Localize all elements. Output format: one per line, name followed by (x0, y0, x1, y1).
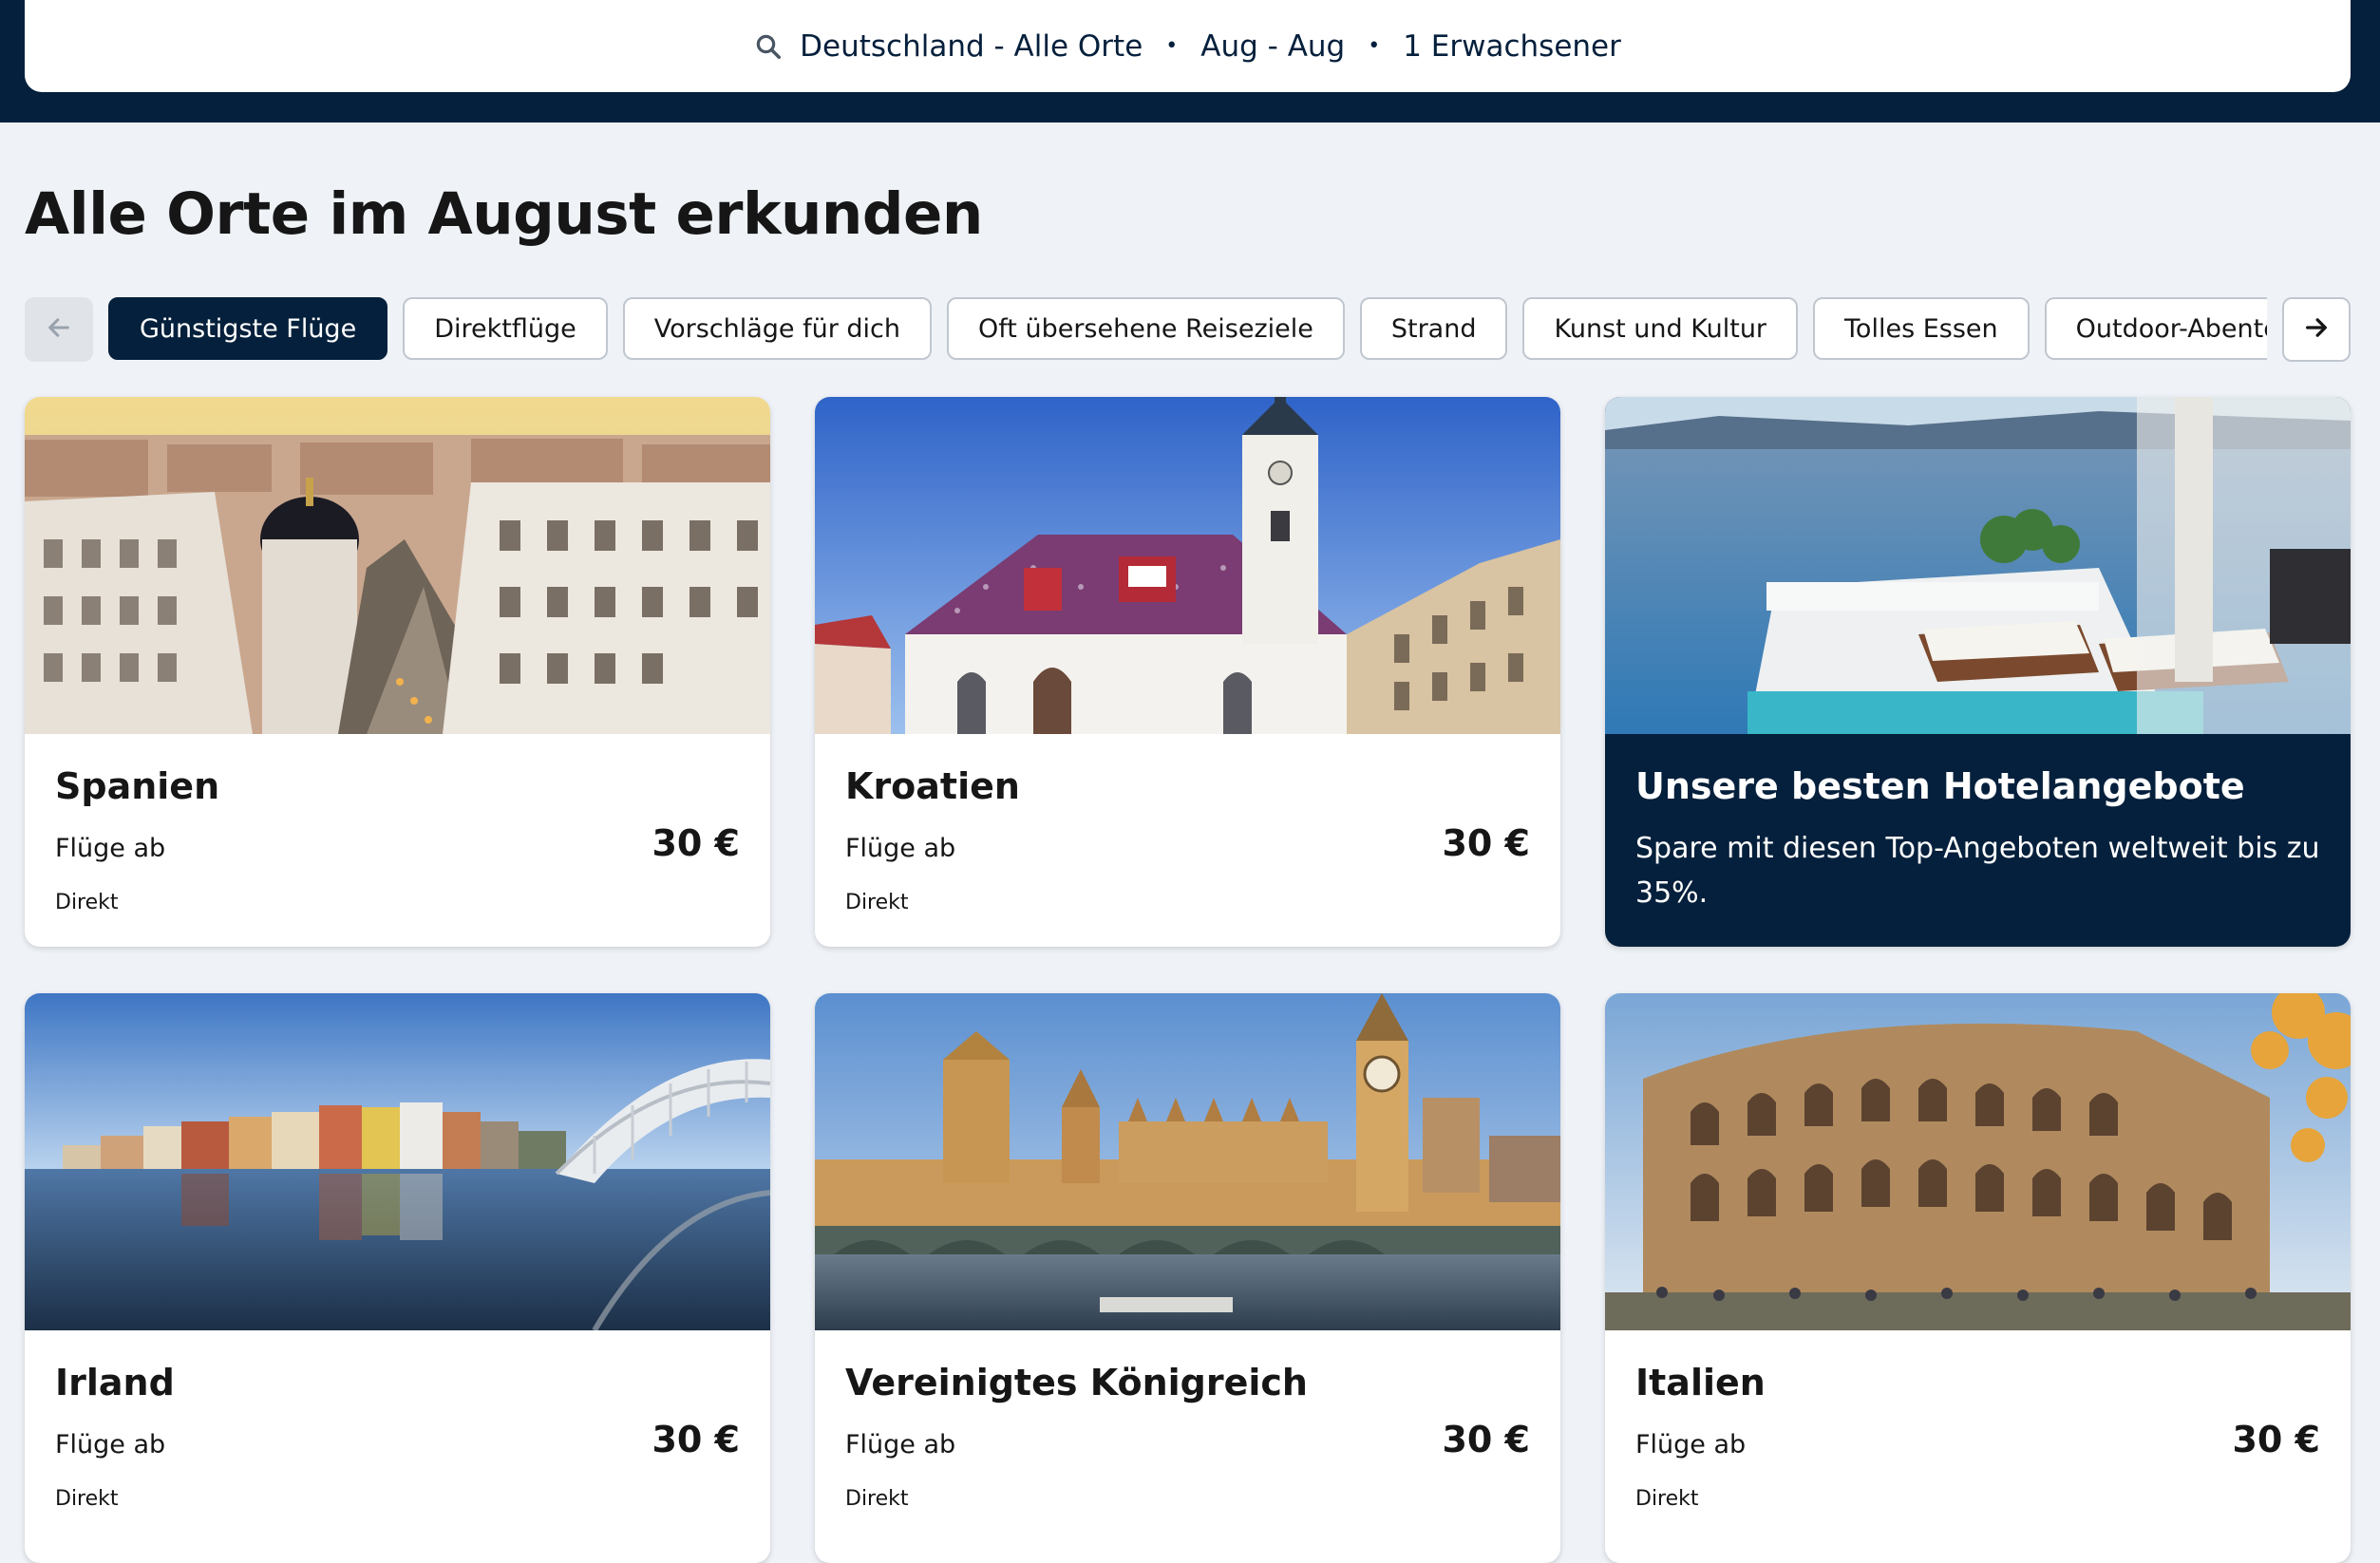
destination-name: Kroatien (845, 765, 1020, 807)
page-title: Alle Orte im August erkunden (25, 180, 983, 248)
filter-chips: Günstigste Flüge Direktflüge Vorschläge … (108, 297, 2267, 362)
chips-prev-button[interactable] (25, 297, 93, 362)
promo-title: Unsere besten Hotelangebote (1635, 765, 2245, 807)
filter-chip-row: Günstigste Flüge Direktflüge Vorschläge … (25, 297, 2351, 362)
search-destination: Deutschland - Alle Orte (800, 28, 1143, 64)
flights-from-label: Flüge ab (55, 834, 166, 863)
destination-card-united-kingdom[interactable]: Vereinigtes Königreich Flüge ab 30 € Dir… (815, 993, 1560, 1563)
chip-suggestions[interactable]: Vorschläge für dich (622, 297, 932, 360)
separator-dot: • (1165, 34, 1179, 58)
chip-beach[interactable]: Strand (1359, 297, 1508, 360)
direct-label: Direkt (845, 891, 909, 914)
hotel-promo-image (1605, 397, 2351, 734)
chip-outdoor-adventure[interactable]: Outdoor-Abenteuer (2044, 297, 2267, 360)
destination-image-ireland (25, 993, 770, 1330)
direct-label: Direkt (845, 1487, 909, 1511)
flights-from-label: Flüge ab (845, 834, 956, 863)
chip-overlooked-destinations[interactable]: Oft übersehene Reiseziele (947, 297, 1345, 360)
chip-great-food[interactable]: Tolles Essen (1813, 297, 2030, 360)
promo-text: Spare mit diesen Top-Angeboten weltweit … (1635, 832, 2320, 910)
price: 30 € (652, 822, 740, 864)
destination-card-ireland[interactable]: Irland Flüge ab 30 € Direkt (25, 993, 770, 1563)
direct-label: Direkt (55, 891, 119, 914)
destination-image-united-kingdom (815, 993, 1560, 1330)
chip-art-culture[interactable]: Kunst und Kultur (1522, 297, 1799, 360)
flights-from-label: Flüge ab (1635, 1430, 1747, 1459)
destination-name: Irland (55, 1362, 175, 1403)
price: 30 € (1442, 1419, 1530, 1460)
flights-from-label: Flüge ab (845, 1430, 956, 1459)
top-search-band: Deutschland - Alle Orte • Aug - Aug • 1 … (0, 0, 2380, 122)
search-summary-bar[interactable]: Deutschland - Alle Orte • Aug - Aug • 1 … (25, 0, 2351, 92)
arrow-right-icon (2303, 314, 2330, 345)
destination-card-spain[interactable]: Spanien Flüge ab 30 € Direkt (25, 397, 770, 947)
direct-label: Direkt (55, 1487, 119, 1511)
hotel-deals-promo-card[interactable]: Unsere besten Hotelangebote Spare mit di… (1605, 397, 2351, 947)
search-travellers: 1 Erwachsener (1403, 28, 1621, 64)
destination-image-spain (25, 397, 770, 734)
chips-next-button[interactable] (2282, 297, 2351, 362)
price: 30 € (2232, 1419, 2320, 1460)
price: 30 € (1442, 822, 1530, 864)
destination-card-italy[interactable]: Italien Flüge ab 30 € Direkt (1605, 993, 2351, 1563)
destination-card-croatia[interactable]: Kroatien Flüge ab 30 € Direkt (815, 397, 1560, 947)
destination-image-croatia (815, 397, 1560, 734)
chip-direct-flights[interactable]: Direktflüge (403, 297, 608, 360)
destination-name: Spanien (55, 765, 220, 807)
destination-name: Vereinigtes Königreich (845, 1362, 1308, 1403)
separator-dot: • (1368, 34, 1381, 58)
arrow-left-icon (46, 314, 72, 345)
destination-name: Italien (1635, 1362, 1766, 1403)
flights-from-label: Flüge ab (55, 1430, 166, 1459)
direct-label: Direkt (1635, 1487, 1699, 1511)
destination-image-italy (1605, 993, 2351, 1330)
chip-cheapest-flights[interactable]: Günstigste Flüge (108, 297, 388, 360)
price: 30 € (652, 1419, 740, 1460)
search-dates: Aug - Aug (1200, 28, 1346, 64)
search-icon (754, 32, 783, 61)
